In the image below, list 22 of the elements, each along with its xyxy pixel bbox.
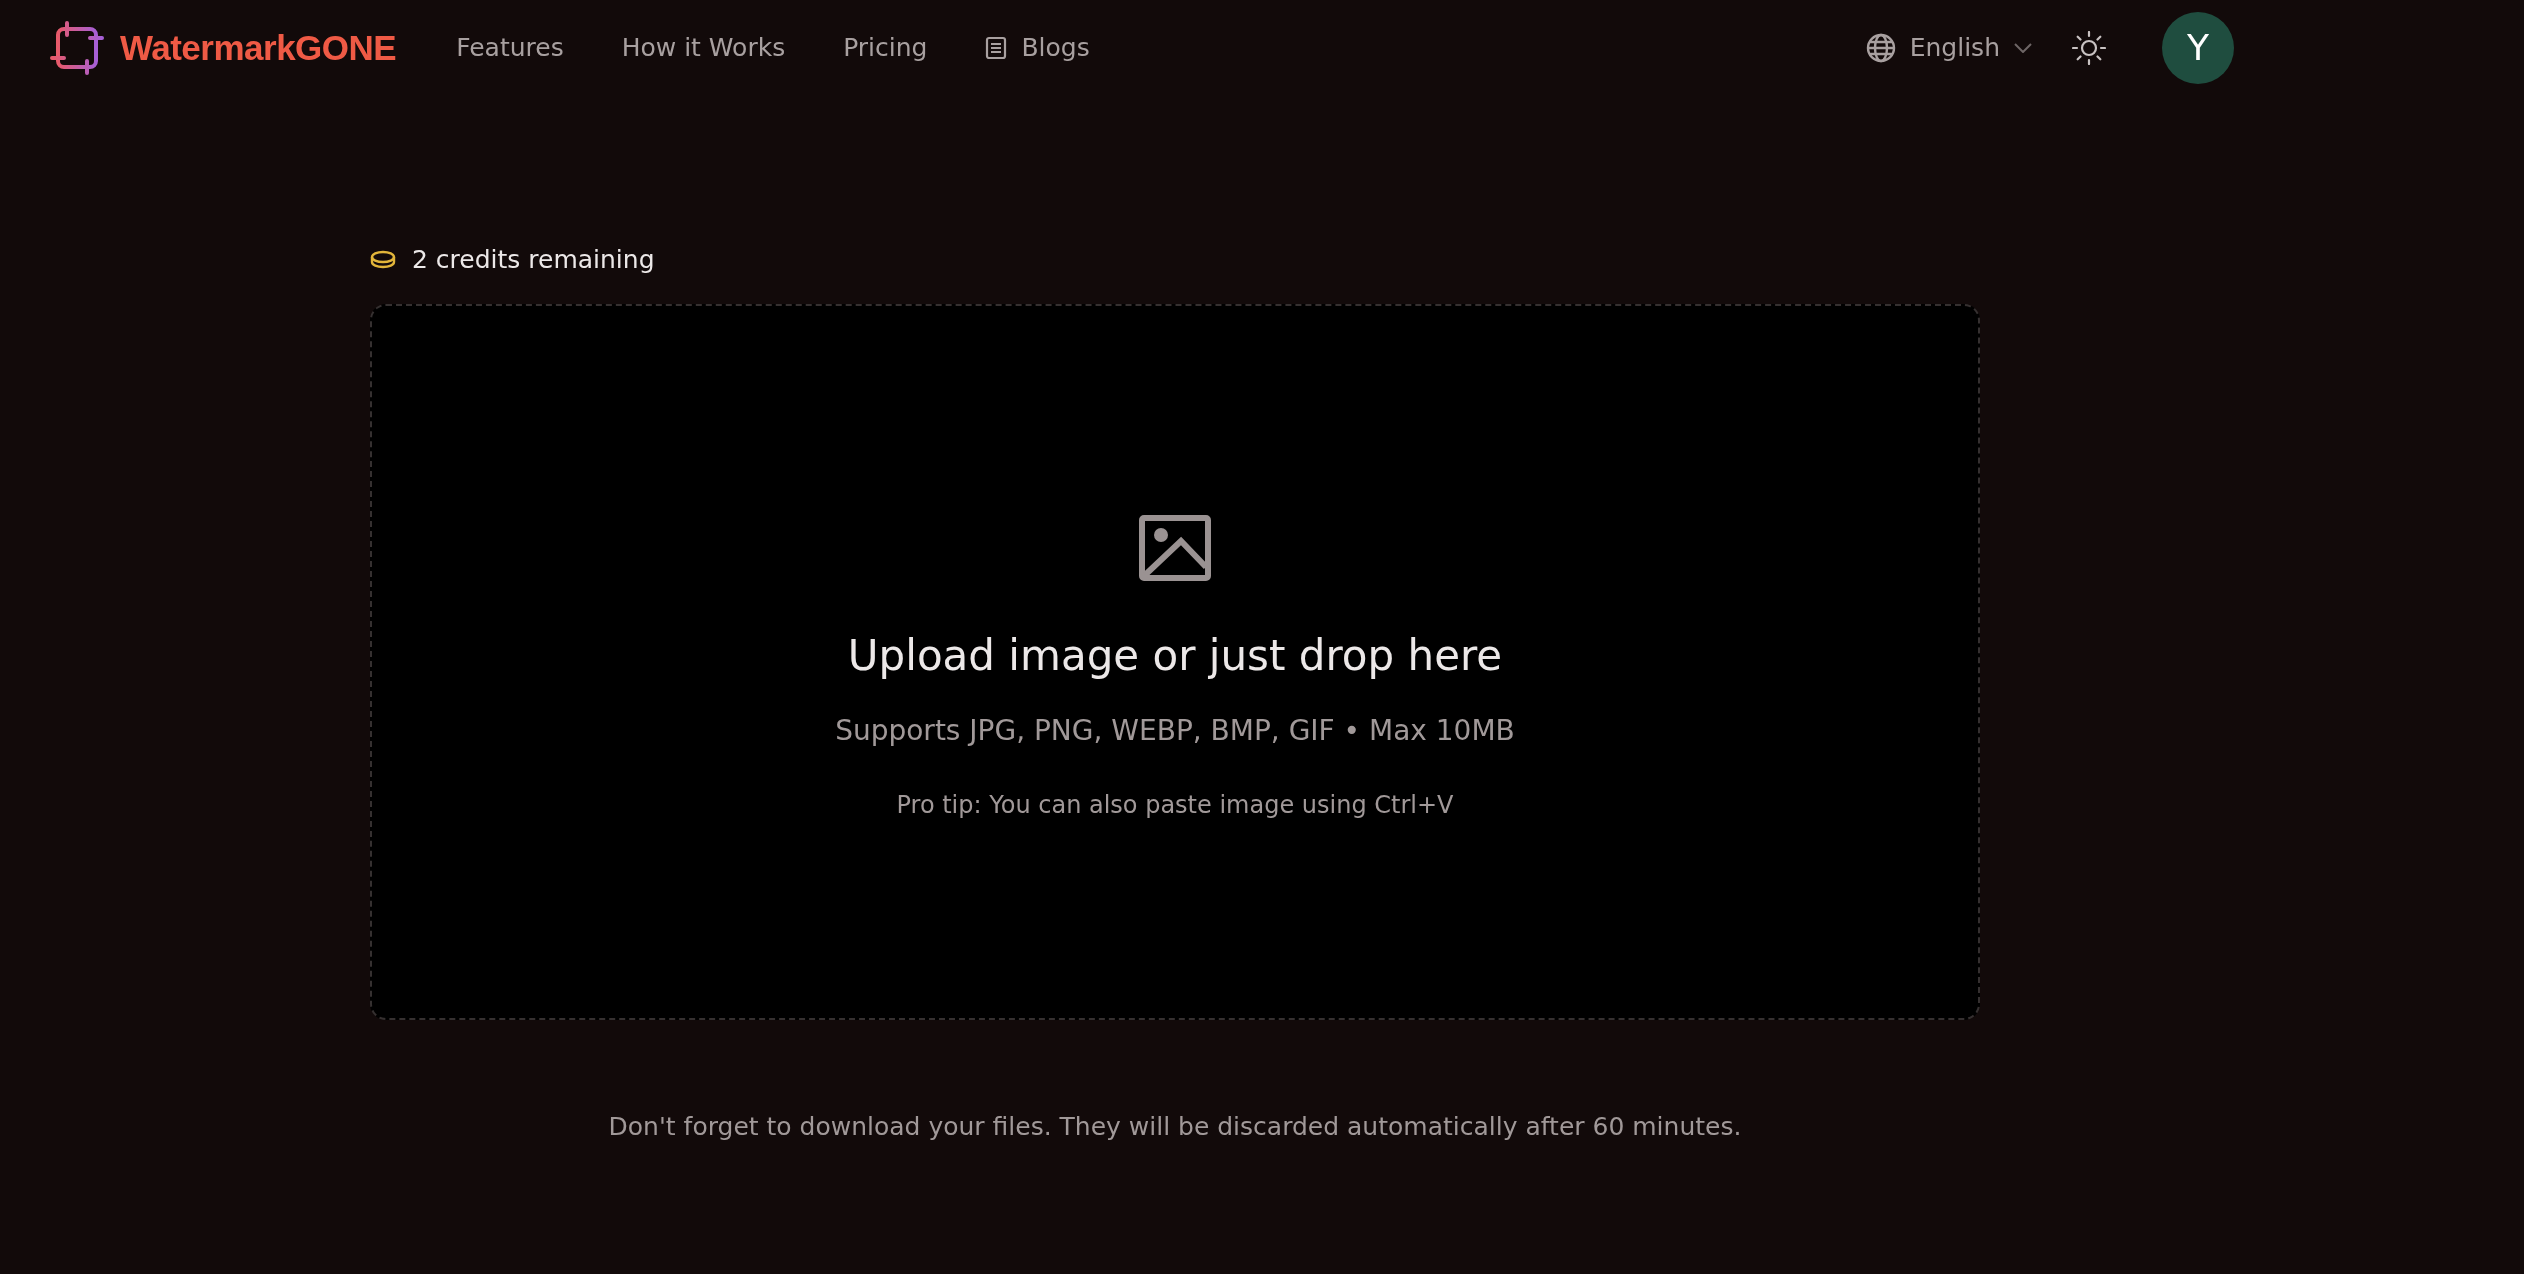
credits-text: 2 credits remaining — [412, 245, 655, 274]
sun-icon — [2072, 30, 2106, 65]
logo-icon — [50, 20, 104, 75]
user-avatar[interactable]: Y — [2162, 11, 2234, 84]
nav-link[interactable]: Blogs — [985, 33, 1090, 62]
upload-title: Upload image or just drop here — [847, 631, 1503, 680]
logo-text: WatermarkGONE — [120, 27, 397, 68]
language-dropdown[interactable]: English — [1865, 32, 2032, 63]
document-icon — [985, 35, 1008, 60]
logo-link[interactable]: WatermarkGONE — [50, 20, 397, 75]
globe-icon — [1865, 32, 1896, 63]
upload-dropzone[interactable]: Upload image or just drop here Supports JPG, PNG, WEBP, BMP, GIF • Max 10MB Pro tip: You can also paste image using Ctrl+V — [370, 304, 1980, 1020]
discard-notice: Don't forget to download your files. They will be discarded automatically after 60 minutes. — [607, 1112, 1743, 1141]
coin-icon — [370, 249, 396, 270]
nav-link[interactable]: How it Works — [621, 33, 786, 62]
theme-toggle[interactable] — [2072, 30, 2106, 65]
image-icon — [1139, 515, 1211, 581]
chevron-down-icon — [2014, 42, 2032, 53]
nav-link[interactable]: Pricing — [843, 33, 928, 62]
pro-tip-text: Pro tip: You can also paste image using Ctrl+V — [896, 791, 1454, 819]
nav-link[interactable]: Features — [456, 33, 564, 62]
supported-formats-text: Supports JPG, PNG, WEBP, BMP, GIF • Max 10MB — [835, 714, 1515, 747]
